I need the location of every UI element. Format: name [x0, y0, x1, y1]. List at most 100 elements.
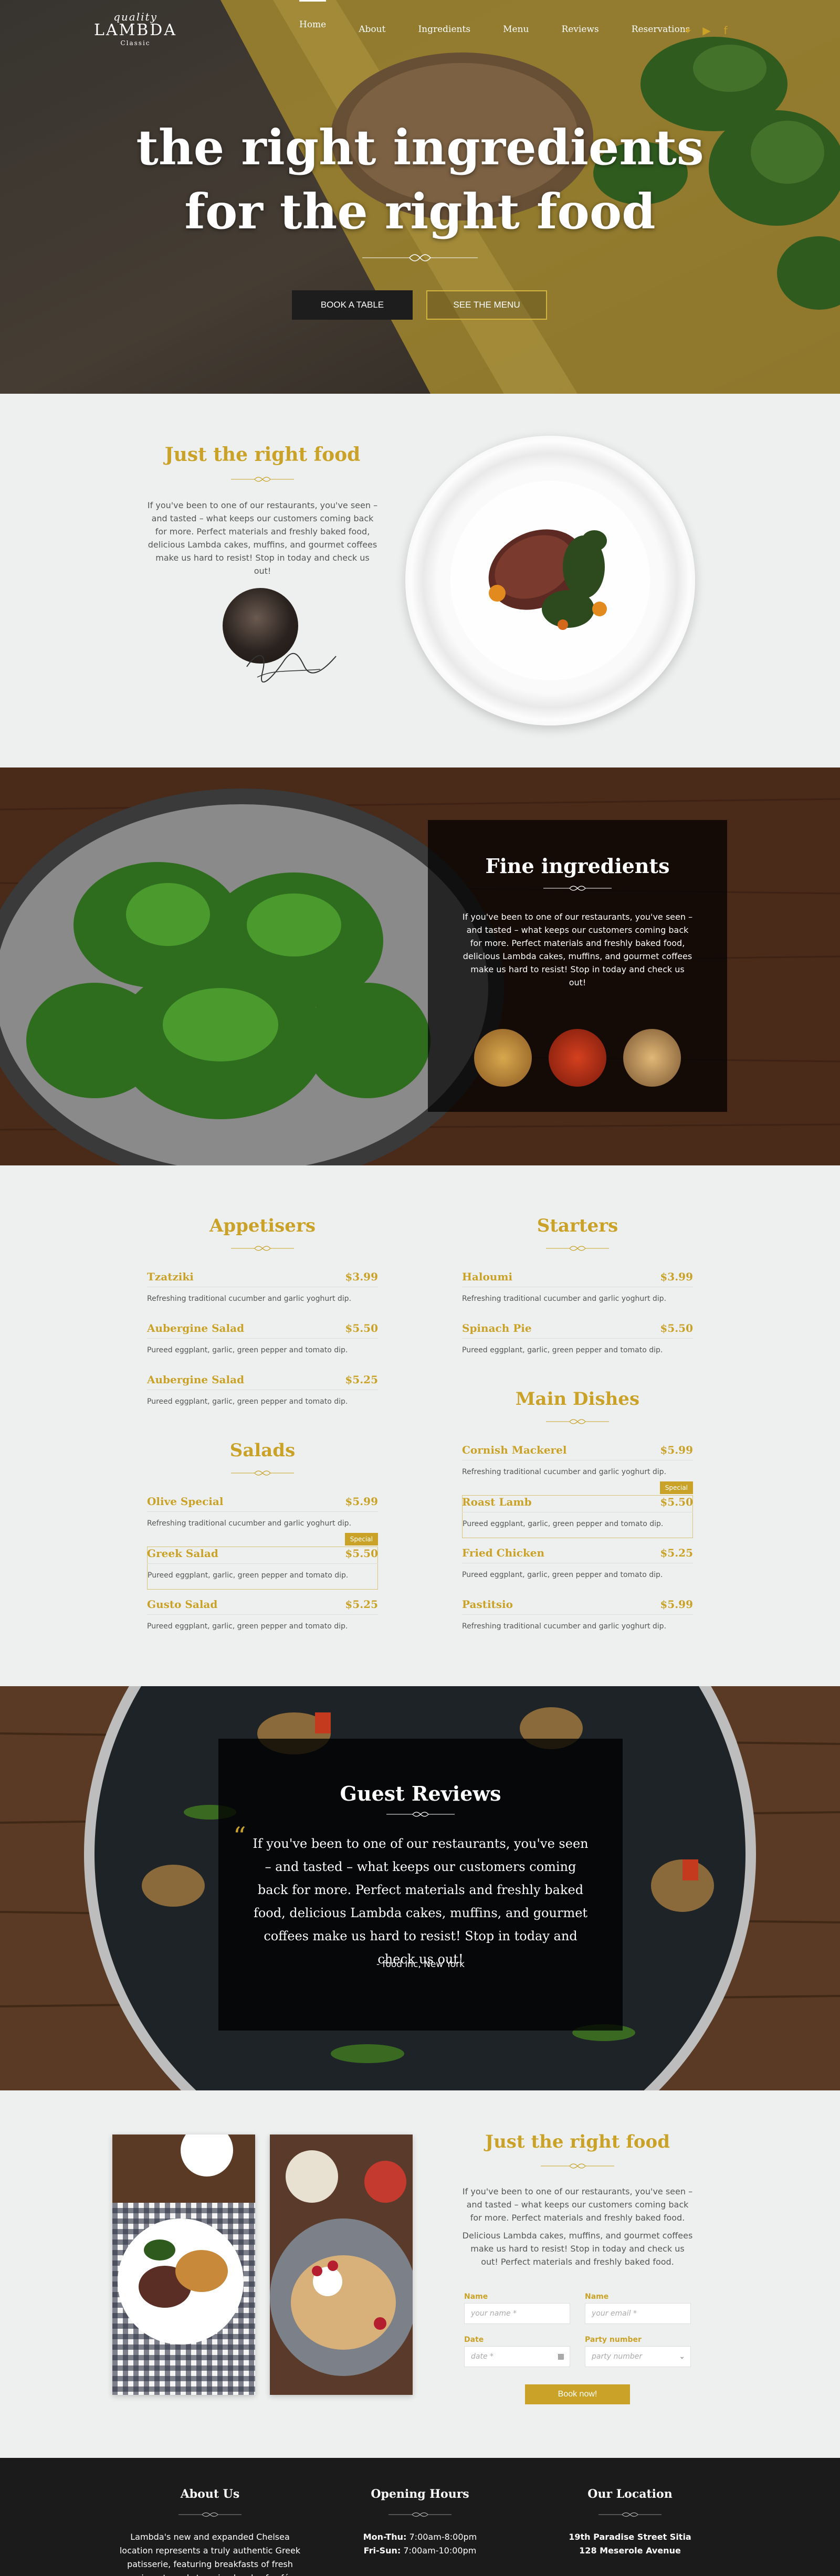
- hours-1-label: Mon-Thu:: [363, 2532, 407, 2542]
- booking-section: Just the right food If you've been to on…: [0, 2090, 840, 2458]
- hero-section: quality LAMBDA Classic Home About Ingred…: [0, 0, 840, 394]
- item-price: $5.99: [660, 1598, 693, 1611]
- nav-home[interactable]: Home: [299, 0, 327, 48]
- garlic-icon: [623, 1029, 681, 1087]
- chili-icon: [549, 1029, 606, 1087]
- item-name: Gusto Salad: [147, 1598, 218, 1611]
- item-desc: Refreshing traditional cucumber and garl…: [147, 1295, 352, 1303]
- hero-line-2: for the right food: [184, 183, 656, 240]
- nav-about[interactable]: About: [359, 24, 385, 48]
- footer-section: About Us Lambda's new and expanded Chels…: [0, 2458, 840, 2576]
- item-desc: Pureed eggplant, garlic, green pepper an…: [463, 1520, 664, 1528]
- item-desc: Refreshing traditional cucumber and garl…: [462, 1622, 667, 1631]
- date-input[interactable]: date * ▦: [464, 2346, 570, 2367]
- item-desc: Pureed eggplant, garlic, green pepper an…: [148, 1571, 349, 1580]
- top-navigation: quality LAMBDA Classic Home About Ingred…: [0, 0, 840, 58]
- menu-item-special[interactable]: Special Roast Lamb $5.50 Pureed eggplant,…: [462, 1481, 693, 1538]
- hours-1-value: 7:00am-8:00pm: [409, 2532, 477, 2542]
- hours-line-2: Fri-Sun: 7:00am-10:00pm: [326, 2544, 514, 2558]
- menu-item[interactable]: Cornish Mackerel $5.99 Refreshing traditi…: [462, 1444, 693, 1495]
- menu-section: Appetisers Tzatziki $3.99 Refreshing trad…: [0, 1165, 840, 1686]
- ornament-divider-icon: [231, 1246, 294, 1251]
- item-price: $5.25: [345, 1373, 378, 1386]
- ingredients-text: If you've been to one of our restaurants…: [462, 912, 693, 987]
- booking-text-1: If you've been to one of our restaurants…: [462, 2186, 693, 2223]
- menu-item[interactable]: Haloumi $3.99 Refreshing traditional cucu…: [462, 1270, 693, 1322]
- email-input[interactable]: your email *: [585, 2303, 691, 2324]
- reviews-title: Guest Reviews: [340, 1782, 501, 1805]
- youtube-icon[interactable]: ▶: [701, 24, 712, 37]
- item-name: Olive Special: [147, 1495, 224, 1508]
- item-name: Aubergine Salad: [147, 1373, 245, 1386]
- location-line-1: 19th Paradise Street Sitia: [569, 2532, 691, 2542]
- review-quote: If you've been to one of our restaurants…: [253, 1836, 589, 1967]
- nav-ingredients[interactable]: Ingredients: [418, 24, 470, 48]
- calendar-icon[interactable]: ▦: [558, 2347, 564, 2367]
- hero-headline: the right ingredients for the right food: [0, 115, 840, 244]
- hours-line-1: Mon-Thu: 7:00am-8:00pm: [326, 2530, 514, 2544]
- menu-item[interactable]: Tzatziki $3.99 Refreshing traditional cuc…: [147, 1270, 378, 1322]
- see-menu-button[interactable]: SEE THE MENU: [426, 290, 547, 320]
- nav-menu[interactable]: Menu: [503, 24, 529, 48]
- reviews-section: Guest Reviews “ If you've been to one of…: [0, 1686, 840, 2090]
- name-input[interactable]: your name *: [464, 2303, 570, 2324]
- menu-item[interactable]: Spinach Pie $5.50 Pureed eggplant, garlic…: [462, 1322, 693, 1373]
- item-desc: Pureed eggplant, garlic, green pepper an…: [462, 1346, 663, 1354]
- item-price: $5.25: [660, 1547, 693, 1559]
- hero-line-1: the right ingredients: [136, 119, 704, 176]
- chevron-down-icon: ⌄: [679, 2352, 685, 2361]
- party-select[interactable]: party number ⌄: [585, 2346, 691, 2367]
- dish-photo-2: [270, 2135, 413, 2395]
- footer-location: Our Location 19th Paradise Street Sitia …: [536, 2487, 724, 2558]
- twitter-icon[interactable]: ✦: [682, 24, 693, 37]
- ornament-divider-icon: [178, 2512, 242, 2517]
- ornament-divider-icon: [541, 2163, 614, 2169]
- menu-item-special[interactable]: Special Greek Salad $5.50 Pureed eggplant…: [147, 1533, 378, 1590]
- item-price: $5.25: [345, 1598, 378, 1611]
- item-price: $5.50: [660, 1496, 693, 1508]
- book-table-button[interactable]: BOOK A TABLE: [292, 290, 413, 320]
- ingredients-section: Fine ingredients If you've been to one o…: [0, 767, 840, 1165]
- menu-item[interactable]: Aubergine Salad $5.25 Pureed eggplant, ga…: [147, 1373, 378, 1425]
- item-price: $3.99: [345, 1270, 378, 1283]
- ornament-divider-icon: [546, 1246, 609, 1251]
- nav-reviews[interactable]: Reviews: [561, 24, 598, 48]
- item-desc: Pureed eggplant, garlic, green pepper an…: [462, 1571, 663, 1579]
- special-badge: Special: [659, 1481, 693, 1494]
- menu-item[interactable]: Gusto Salad $5.25 Pureed eggplant, garlic…: [147, 1598, 378, 1649]
- menu-item[interactable]: Pastitsio $5.99 Refreshing traditional cu…: [462, 1598, 693, 1649]
- dish-photo-1: [112, 2135, 255, 2395]
- booking-text-2: Delicious Lambda cakes, muffins, and gou…: [462, 2231, 693, 2267]
- item-desc: Pureed eggplant, garlic, green pepper an…: [147, 1346, 348, 1354]
- nav-reservations[interactable]: Reservations: [632, 24, 690, 48]
- facebook-icon[interactable]: f: [720, 24, 731, 37]
- item-name: Spinach Pie: [462, 1322, 532, 1334]
- footer-location-title: Our Location: [587, 2487, 673, 2501]
- ingredients-title: Fine ingredients: [485, 854, 670, 878]
- brand-logo[interactable]: quality LAMBDA Classic: [93, 10, 177, 47]
- starters-title: Starters: [537, 1215, 618, 1236]
- main-menu: Home About Ingredients Menu Reviews Rese…: [299, 0, 722, 48]
- item-price: $5.50: [345, 1322, 378, 1334]
- special-badge: Special: [344, 1533, 378, 1545]
- item-name: Greek Salad: [147, 1547, 218, 1560]
- intro-title: Just the right food: [164, 444, 361, 466]
- social-links: ✦ ▶ f: [682, 24, 731, 37]
- intro-text: If you've been to one of our restaurants…: [147, 500, 378, 576]
- menu-item[interactable]: Aubergine Salad $5.50 Pureed eggplant, ga…: [147, 1322, 378, 1373]
- item-desc: Refreshing traditional cucumber and garl…: [462, 1468, 667, 1476]
- book-now-button[interactable]: Book now!: [525, 2384, 630, 2404]
- footer-hours-title: Opening Hours: [371, 2487, 469, 2501]
- brand-name: LAMBDA: [93, 21, 177, 39]
- date-label: Date: [464, 2336, 484, 2344]
- ornament-divider-icon: [598, 2512, 662, 2517]
- ornament-divider-icon: [231, 477, 294, 482]
- email-label: Name: [585, 2293, 609, 2301]
- signature-icon: [246, 653, 337, 682]
- menu-item[interactable]: Olive Special $5.99 Refreshing traditiona…: [147, 1495, 378, 1547]
- menu-item[interactable]: Fried Chicken $5.25 Pureed eggplant, garl…: [462, 1547, 693, 1598]
- steak-plate-image: [405, 436, 695, 726]
- footer-about: About Us Lambda's new and expanded Chels…: [116, 2487, 304, 2576]
- hours-2-value: 7:00am-10:00pm: [403, 2546, 477, 2556]
- item-name: Pastitsio: [462, 1598, 513, 1611]
